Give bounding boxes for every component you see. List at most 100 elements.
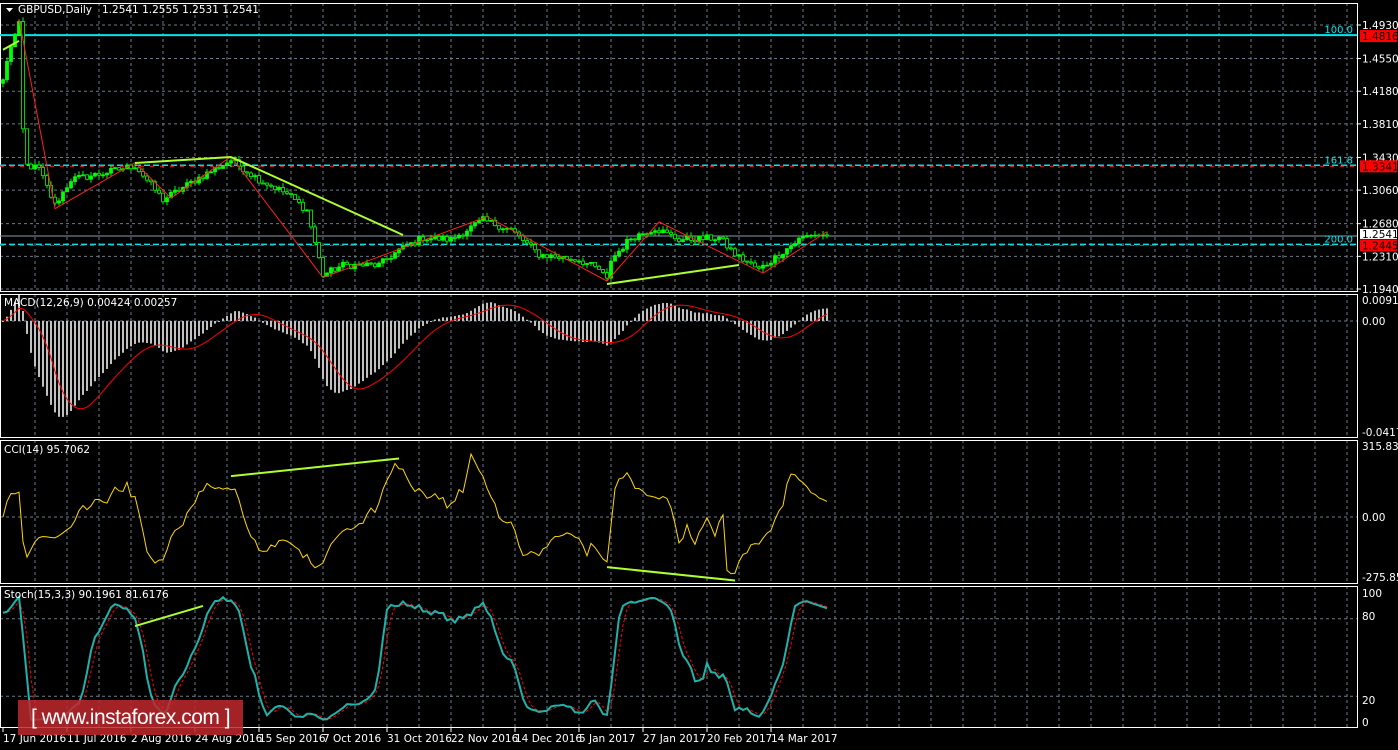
macd-bar [690,310,692,321]
candle [793,243,797,247]
candle [65,187,69,193]
candle [437,236,441,241]
macd-bar [614,321,616,339]
main-frame [0,3,1358,292]
stoch-axis-label: 80 [1362,611,1375,623]
price-tick-label: 1.2310 [1362,251,1398,263]
fib-level-label: 200.0 [1324,234,1353,245]
macd-bar [262,321,264,323]
macd-bar [686,309,688,321]
candle [417,236,421,246]
candle [29,163,33,170]
macd-panel[interactable] [2,295,828,417]
candle [5,61,9,81]
candle [457,234,461,239]
macd-bar [166,321,168,353]
candle [269,184,273,187]
macd-bar [530,321,532,323]
macd-bar [706,313,708,321]
macd-bar [510,309,512,321]
macd-bar [786,321,788,331]
candle [573,259,577,262]
macd-bar [666,303,668,321]
cci-axis-label: -275.855 [1362,572,1398,584]
price-tick-label: 1.3060 [1362,185,1398,197]
macd-bar [190,321,192,342]
macd-bar [766,321,768,341]
macd-bar [342,321,344,392]
macd-bar [90,321,92,387]
chart-window[interactable]: 100.0161.8200.0 1.49301.45501.41801.3810… [0,0,1398,750]
candle [297,199,301,203]
macd-bar [486,302,488,321]
candle [729,247,733,250]
candle [653,230,657,233]
candle [489,219,493,222]
macd-bar [430,321,432,322]
macd-bar [306,321,308,346]
candle [333,267,337,272]
macd-bar [282,321,284,333]
macd-bar [702,313,704,321]
macd-bar [338,321,340,394]
candle [277,187,281,190]
candle [613,255,617,262]
candle [525,240,529,244]
candle [369,262,373,265]
candle [745,260,749,263]
macd-bar [358,321,360,384]
candle [677,238,681,242]
macd-title: MACD(12,26,9) 0.00424 0.00257 [4,297,177,309]
candle [393,252,397,259]
macd-bar [362,321,364,382]
macd-bar [578,321,580,342]
candle [733,248,737,257]
cci-title: CCI(14) 95.7062 [4,444,90,456]
candle [329,267,333,274]
macd-bar [142,321,144,343]
candle [9,46,13,62]
macd-bar [678,307,680,321]
macd-bar [518,313,520,321]
macd-bar [386,321,388,362]
macd-bar [514,311,516,321]
candle [469,225,473,232]
candle [133,167,137,170]
candle [41,167,45,177]
candle [801,236,805,239]
macd-bar [646,308,648,321]
price-badge-label: 1.3341 [1362,161,1398,173]
candle [737,254,741,257]
axes: 1.49301.45501.41801.38101.34301.30601.26… [2,20,1398,745]
candle [617,250,621,257]
price-tick-label: 1.3810 [1362,119,1398,131]
price-panel[interactable]: 100.0 161.8 200.0 [0,17,1357,285]
macd-bar [582,321,584,342]
price-tick-label: 1.4180 [1362,86,1398,98]
macd-bar [222,318,224,321]
macd-bar [70,321,72,412]
macd-bar [22,311,24,321]
candle [805,235,809,238]
macd-bar [54,321,56,413]
stoch-title: Stoch(15,3,3) 90.1961 81.6176 [4,589,169,601]
macd-bar [146,321,148,344]
macd-bar [798,320,800,322]
macd-bar [122,321,124,353]
candle [569,258,573,261]
macd-bar [134,321,136,344]
macd-bar [258,320,260,322]
macd-axis-label: -0.04175 [1362,427,1398,439]
macd-bar [398,321,400,349]
dropdown-triangle-icon[interactable] [6,8,13,12]
candle [165,197,169,203]
candle [157,189,161,194]
macd-bar [110,321,112,365]
macd-bar [130,321,132,347]
candle [201,176,205,179]
macd-bar [330,321,332,390]
macd-bar [446,317,448,321]
candle [285,191,289,194]
candle [249,172,253,177]
candle [145,175,149,181]
